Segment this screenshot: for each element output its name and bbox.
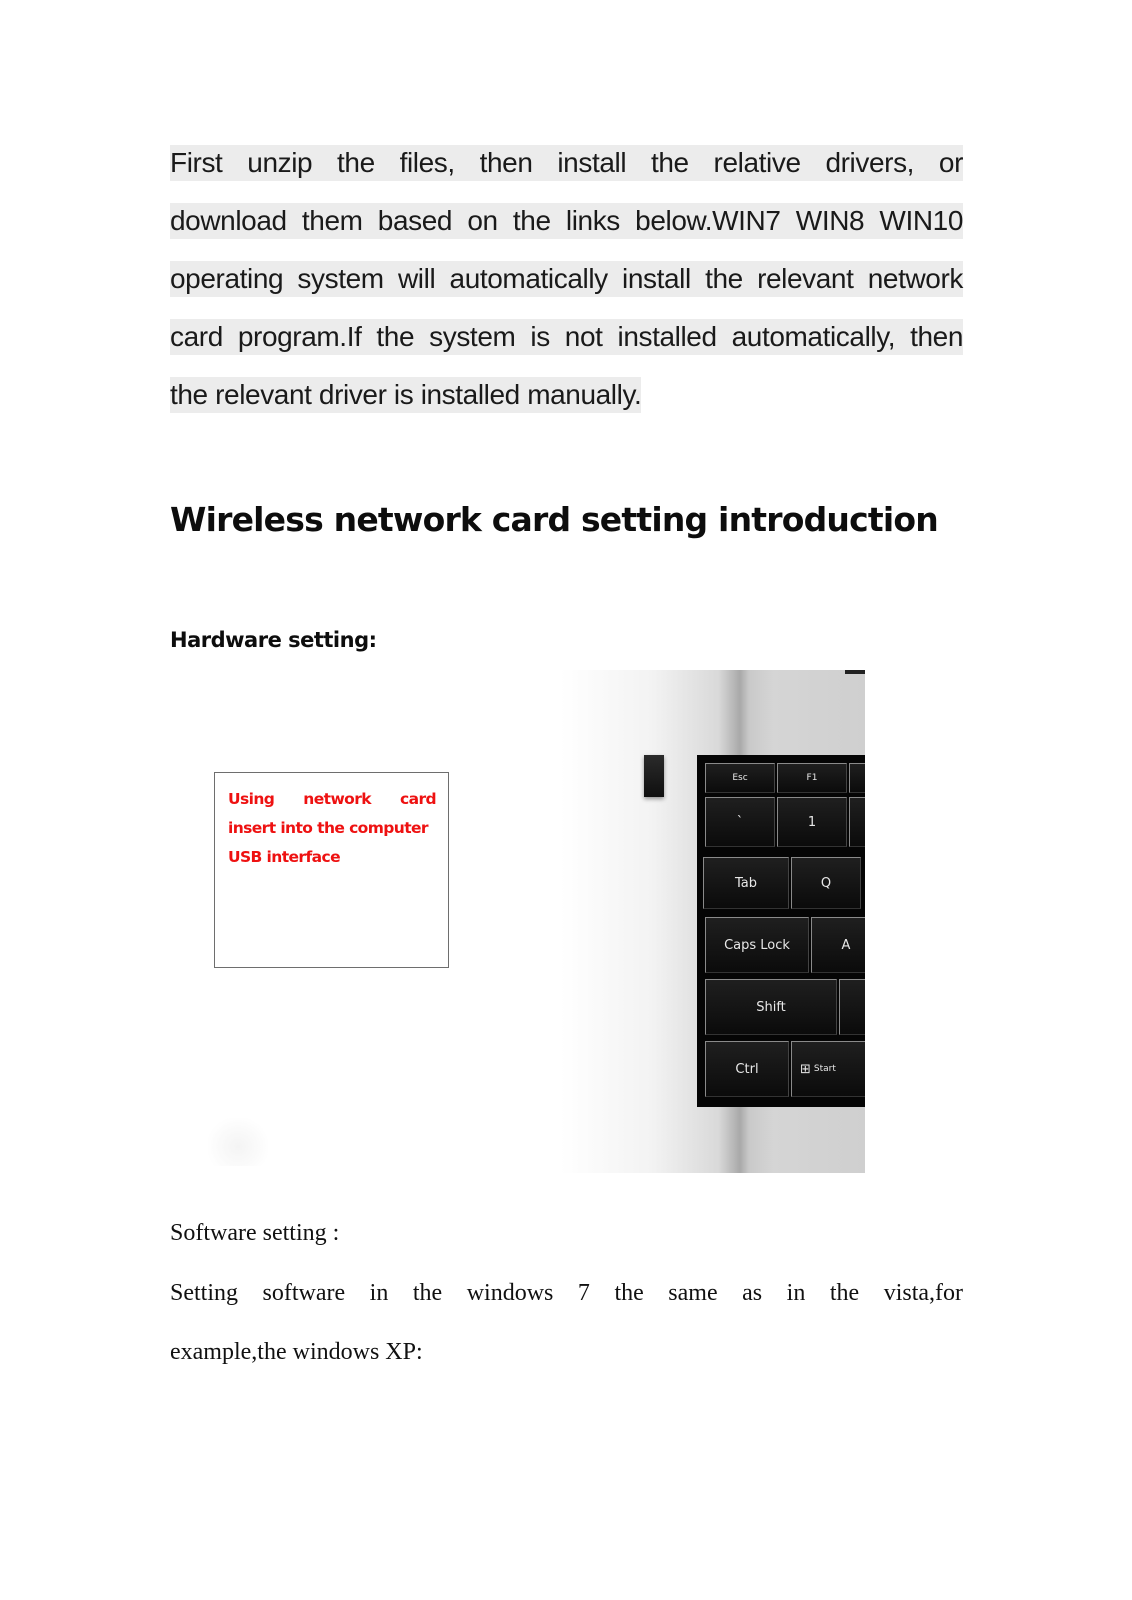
- key-a: A: [811, 917, 865, 973]
- key-start: ⊞ Start: [791, 1041, 865, 1097]
- usb-wireless-adapter: [644, 755, 664, 797]
- windows-logo-icon: ⊞: [800, 1061, 811, 1077]
- key-start-label: Start: [813, 1064, 836, 1074]
- document-page: First unzip the files, then install the …: [0, 0, 1132, 1600]
- keyboard: Esc F1 ` 1 Tab Q Caps Lock A Shift Ctrl …: [697, 755, 865, 1107]
- laptop-keyboard-photo: Esc F1 ` 1 Tab Q Caps Lock A Shift Ctrl …: [560, 670, 865, 1173]
- software-text-line: example,the windows XP:: [170, 1339, 423, 1365]
- intro-line: First unzip the files, then install the …: [170, 145, 963, 181]
- key-shift: Shift: [705, 979, 837, 1035]
- intro-line: download them based on the links below.W…: [170, 203, 963, 239]
- faint-mark: [208, 1118, 268, 1166]
- section-heading: Wireless network card setting introducti…: [170, 500, 939, 539]
- callout-line-rest: insert into the computer USB interface: [228, 819, 429, 866]
- callout-text: Using network card insert into the compu…: [228, 785, 437, 872]
- software-text-line: Setting software in the windows 7 the sa…: [170, 1280, 963, 1306]
- software-setting-heading: Software setting :: [170, 1220, 340, 1246]
- key-z: [839, 979, 865, 1035]
- key-f1: F1: [777, 763, 847, 793]
- key-caps-lock: Caps Lock: [705, 917, 809, 973]
- intro-line: the relevant driver is installed manuall…: [170, 377, 642, 413]
- key-2: [849, 797, 865, 847]
- intro-line: operating system will automatically inst…: [170, 261, 963, 297]
- key-backtick: `: [705, 797, 775, 847]
- key-1: 1: [777, 797, 847, 847]
- key-esc: Esc: [705, 763, 775, 793]
- laptop-edge-detail: [845, 670, 865, 674]
- key-q: Q: [791, 857, 861, 909]
- hardware-setting-heading: Hardware setting:: [170, 628, 377, 652]
- key-tab: Tab: [703, 857, 789, 909]
- callout-line-1: Using network card: [228, 790, 437, 808]
- key-f2: [849, 763, 865, 793]
- key-ctrl: Ctrl: [705, 1041, 789, 1097]
- usb-instruction-callout: Using network card insert into the compu…: [214, 772, 449, 968]
- intro-line: card program.If the system is not instal…: [170, 319, 963, 355]
